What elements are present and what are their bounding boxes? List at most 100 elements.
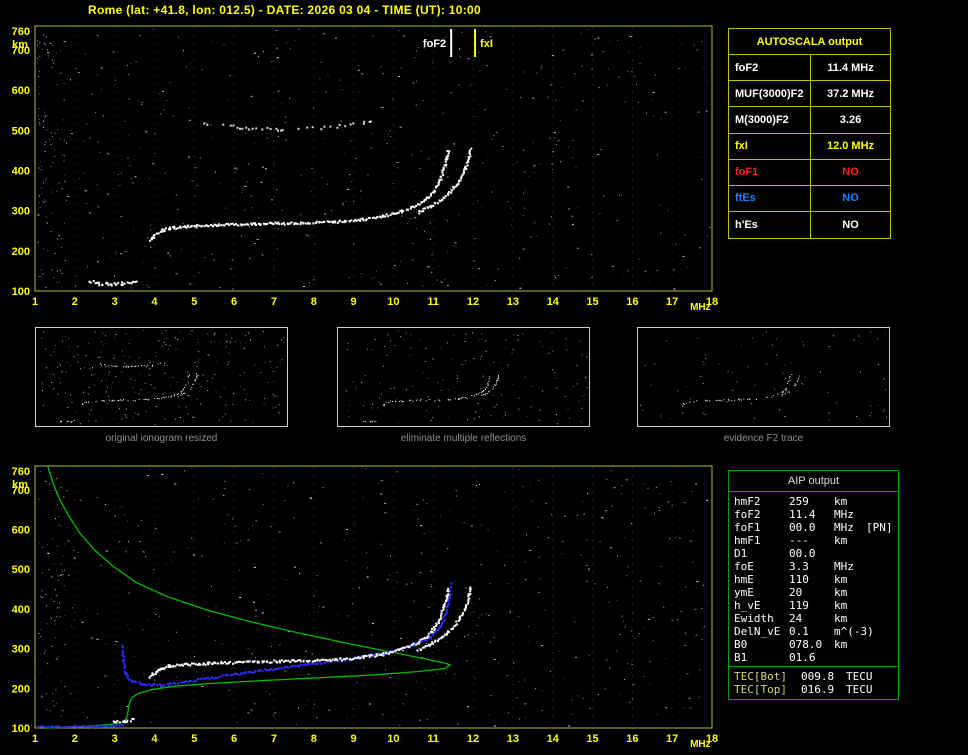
param-label: hmF2	[734, 495, 761, 508]
svg-text:13: 13	[507, 733, 519, 745]
svg-text:400: 400	[12, 166, 30, 178]
autoscala-row-foF2: foF2 11.4 MHz	[729, 55, 890, 82]
param-value: NO	[842, 166, 859, 179]
svg-text:1: 1	[32, 296, 38, 308]
param-value: 00.0	[789, 547, 816, 560]
param-unit: TECU	[846, 683, 873, 696]
svg-text:17: 17	[666, 733, 678, 745]
svg-text:km: km	[12, 479, 28, 491]
svg-text:15: 15	[586, 733, 598, 745]
param-label: h'Es	[729, 211, 811, 238]
svg-text:6: 6	[231, 296, 237, 308]
aip-row-B0: B0 078.0 km	[729, 638, 898, 651]
marker-foF2: foF2	[423, 29, 453, 57]
param-unit: km	[834, 599, 848, 612]
aip-panel-title: AIP output	[729, 471, 898, 492]
svg-text:km: km	[12, 39, 28, 51]
svg-text:fxI: fxI	[480, 38, 493, 50]
svg-text:7: 7	[271, 296, 277, 308]
aip-row-ymE: ymE 20 km	[729, 586, 898, 599]
svg-text:760: 760	[12, 466, 30, 478]
param-label: foF2	[734, 508, 761, 521]
param-unit: km	[834, 495, 848, 508]
thumbnail-caption-eliminate: eliminate multiple reflections	[400, 433, 527, 444]
param-label: D1	[734, 547, 748, 560]
param-value: 078.0	[789, 638, 823, 651]
svg-text:1: 1	[32, 733, 38, 745]
param-label: hmE	[734, 573, 754, 586]
param-value: 00.0	[789, 521, 816, 534]
param-unit: MHz	[834, 521, 854, 534]
param-note	[866, 547, 898, 560]
param-value: 016.9	[801, 683, 835, 696]
svg-text:16: 16	[626, 733, 638, 745]
svg-text:9: 9	[351, 733, 357, 745]
svg-text:3: 3	[112, 733, 118, 745]
param-label: foF1	[729, 159, 811, 185]
param-unit	[834, 651, 866, 664]
axis-labels: 1 2 3 4 5 6 7 8 9 10 11 12 13 14 15 16 17 181002003004005…	[12, 466, 718, 750]
aip-row-foE: foE 3.3 MHz	[729, 560, 898, 573]
param-value: 3.3	[789, 560, 809, 573]
param-value: 11.4 MHz	[827, 61, 874, 74]
aip-row-h-vE: h_vE 119 km	[729, 599, 898, 612]
param-label: M(3000)F2	[729, 107, 811, 133]
param-note	[866, 612, 898, 625]
svg-text:200: 200	[12, 246, 30, 258]
aip-tec-section: TEC[Bot] 009.8 TECU TEC[Top] 016.9 TECU	[729, 666, 898, 699]
autoscala-row-MUF3000F2: MUF(3000)F2 37.2 MHz	[729, 81, 890, 108]
svg-text:600: 600	[12, 525, 30, 537]
aip-row-hmE: hmE 110 km	[729, 573, 898, 586]
svg-text:2: 2	[72, 296, 78, 308]
param-unit: km	[834, 534, 848, 547]
axis-labels: 1 2 3 4 5 6 7 8 9 10 11 12 13 14 15 16 17 181002003004005…	[12, 26, 718, 313]
param-unit: TECU	[846, 670, 873, 683]
param-value: ---	[789, 534, 809, 547]
param-note	[866, 651, 898, 664]
svg-text:12: 12	[467, 733, 479, 745]
marker-fxI: fxI	[474, 29, 493, 57]
param-note	[866, 534, 898, 547]
param-value: 01.6	[789, 651, 816, 664]
aip-row-foF1: foF1 00.0 MHz [PN]	[729, 521, 898, 534]
top-ionogram-chart: foF2 fxI 1 2 3 4 5 6 7 8 9 10 11 12 13 14 15 16 17 18 100 200…	[0, 20, 724, 318]
param-value: 12.0 MHz	[826, 140, 875, 153]
profile-ionogram-chart: 1 2 3 4 5 6 7 8 9 10 11 12 13 14 15 16 17 18 100 200 300 400 5…	[0, 458, 724, 755]
param-value: 119	[789, 599, 809, 612]
autoscala-row-hEs: h'Es NO	[729, 211, 890, 238]
autoscala-row-ftEs: ftEs NO	[729, 185, 890, 212]
param-value: 24	[789, 612, 803, 625]
svg-text:11: 11	[427, 296, 439, 308]
svg-text:12: 12	[467, 296, 479, 308]
svg-text:300: 300	[12, 644, 30, 656]
plot-border	[34, 465, 713, 729]
svg-text:4: 4	[151, 733, 158, 745]
autoscala-row-foF1: foF1 NO	[729, 159, 890, 186]
noise-layer	[37, 468, 711, 727]
param-note	[866, 638, 898, 651]
param-value: 11.4	[789, 508, 816, 521]
aip-row-hmF1: hmF1 --- km	[729, 534, 898, 547]
param-value: NO	[842, 192, 859, 205]
aip-row-Ewidth: Ewidth 24 km	[729, 612, 898, 625]
param-label: TEC[Bot]	[734, 670, 787, 683]
svg-text:15: 15	[586, 296, 598, 308]
param-value: 3.26	[839, 113, 862, 126]
param-value: 259	[789, 495, 809, 508]
param-unit: MHz	[834, 508, 854, 521]
param-label: B1	[734, 651, 748, 664]
param-label: foE	[734, 560, 754, 573]
param-unit: km	[834, 638, 848, 651]
param-value: 009.8	[801, 670, 835, 683]
param-value: 0.1	[789, 625, 809, 638]
thumbnail-original-ionogram	[35, 327, 288, 427]
svg-text:100: 100	[12, 723, 30, 735]
svg-text:300: 300	[12, 206, 30, 218]
param-label: B0	[734, 638, 748, 651]
svg-text:500: 500	[12, 564, 30, 576]
param-unit: m^(-3)	[834, 625, 874, 638]
thumbnail-eliminate-reflections	[337, 327, 590, 427]
thumbnail-caption-original: original ionogram resized	[105, 433, 218, 444]
noise-layer	[37, 28, 711, 290]
svg-text:8: 8	[311, 733, 317, 745]
